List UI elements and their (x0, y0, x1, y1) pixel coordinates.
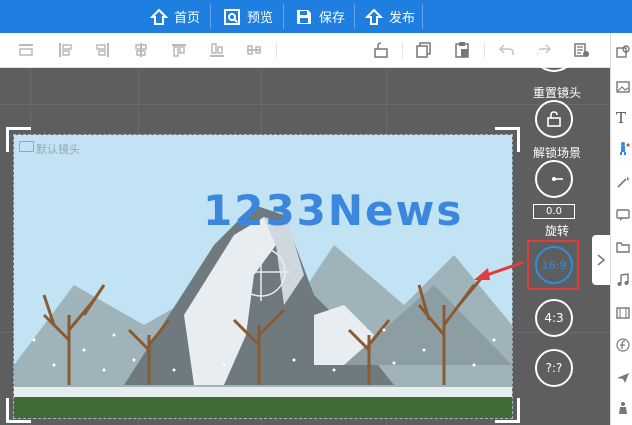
nav-divider (210, 4, 211, 29)
publish-label: 发布 (389, 11, 416, 26)
pointer-arrow-icon (474, 260, 525, 280)
publish-icon (365, 8, 383, 25)
camera-corner-top-right[interactable] (495, 127, 520, 152)
rotate-dial-icon (552, 177, 563, 181)
panel-collapse-tab[interactable] (592, 235, 610, 285)
toolbar-divider (402, 42, 403, 58)
editor-toolbar (0, 33, 610, 68)
rotation-value-input[interactable]: 0.0 (533, 204, 575, 219)
top-nav-bar: 首页 预览 保存 发布 (0, 0, 632, 33)
camera-button[interactable] (535, 40, 573, 72)
home-icon (150, 8, 168, 25)
nav-divider (422, 4, 423, 29)
unlock-scene-label: 解锁场景 (532, 146, 581, 160)
align-right-icon[interactable] (94, 41, 112, 59)
ratio-16-9-button[interactable]: 16:9 (535, 246, 573, 284)
preview-button[interactable]: 预览 (223, 0, 273, 33)
ratio-custom-button[interactable]: ?:? (535, 349, 573, 387)
camera-icon (19, 141, 34, 152)
align-vcenter-icon[interactable] (170, 41, 188, 59)
image-icon[interactable] (616, 80, 630, 94)
magic-wand-icon[interactable] (616, 175, 630, 189)
preview-icon (224, 8, 240, 25)
camera-corner-bottom-right[interactable] (495, 398, 520, 423)
align-bottom-icon[interactable] (208, 41, 226, 59)
unlock-icon (547, 111, 561, 127)
save-label: 保存 (319, 11, 346, 26)
grid-line (0, 104, 610, 105)
toolbar-divider (276, 42, 277, 58)
airplane-icon[interactable] (616, 370, 630, 384)
unlock-icon[interactable] (372, 41, 390, 59)
align-top-icon[interactable] (17, 41, 35, 59)
folder-icon[interactable] (616, 240, 630, 254)
preview-label: 预览 (247, 11, 274, 26)
reset-camera-label: 重置镜头 (532, 86, 581, 100)
camera-corner-bottom-left[interactable] (6, 398, 31, 423)
component-panel: T (610, 33, 632, 425)
ratio-4-3-button[interactable]: 4:3 (535, 299, 573, 337)
undo-icon[interactable] (497, 41, 515, 59)
nav-divider (354, 4, 355, 29)
align-center-icon[interactable] (132, 41, 150, 59)
rotate-label: 旋转 (544, 224, 569, 238)
rotate-dial[interactable] (535, 160, 573, 198)
speech-bubble-icon[interactable] (616, 208, 630, 222)
shape-icon[interactable] (616, 45, 630, 59)
paste-icon[interactable] (453, 41, 471, 59)
toolbar-divider (484, 42, 485, 58)
home-label: 首页 (174, 11, 201, 26)
person-icon[interactable] (616, 401, 630, 415)
unlock-scene-button[interactable] (535, 100, 573, 138)
copy-icon[interactable] (415, 41, 433, 59)
camera-label: 默认镜头 (36, 143, 80, 156)
film-icon[interactable] (616, 306, 630, 320)
chevron-right-icon (597, 254, 606, 266)
character-icon[interactable] (616, 141, 630, 155)
save-icon (297, 9, 311, 24)
distribute-icon[interactable] (245, 41, 263, 59)
function-icon[interactable] (616, 338, 630, 352)
layer-settings-icon[interactable] (572, 41, 590, 59)
nav-divider (283, 4, 284, 29)
text-icon[interactable]: T (616, 109, 626, 127)
publish-button[interactable]: 发布 (365, 0, 415, 33)
save-button[interactable]: 保存 (295, 0, 345, 33)
home-button[interactable]: 首页 (150, 0, 200, 33)
scene-frame (13, 134, 513, 419)
align-left-icon[interactable] (56, 41, 74, 59)
music-icon[interactable] (616, 273, 630, 287)
scene-title-text[interactable]: 1233News (203, 186, 463, 235)
